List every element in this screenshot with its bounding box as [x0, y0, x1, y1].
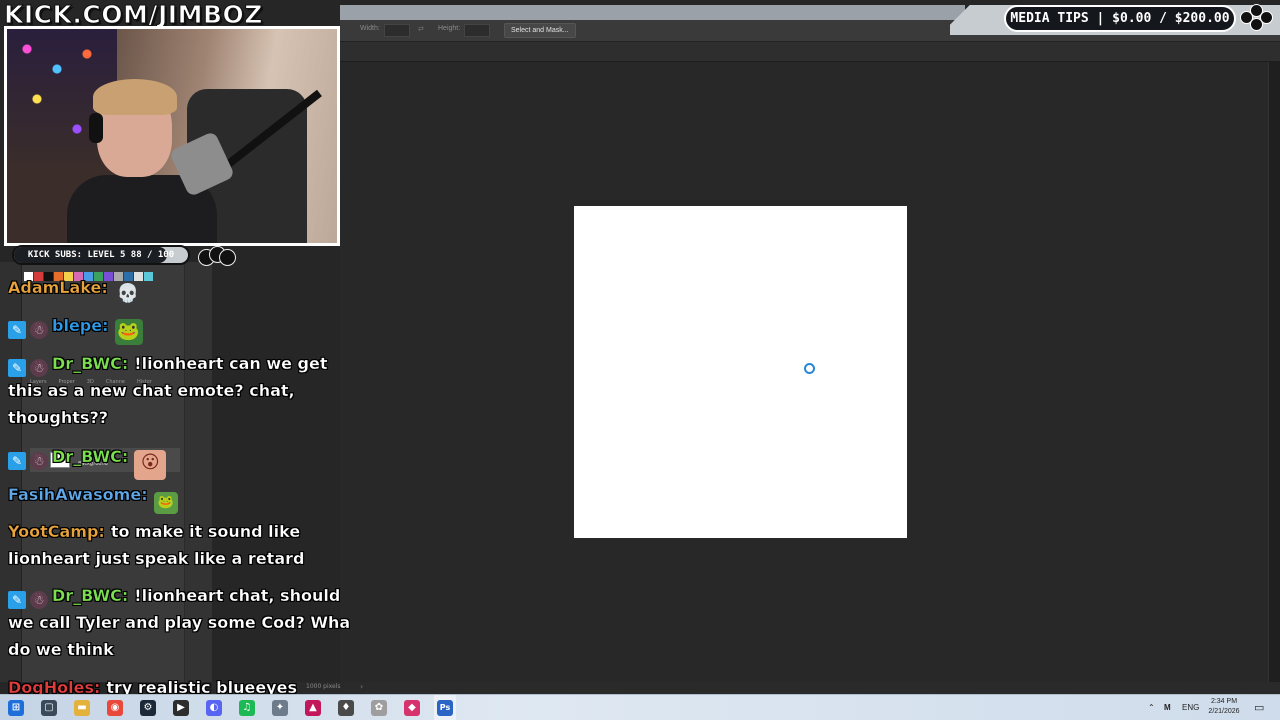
chat-text: lionheart just speak like a retard — [8, 549, 305, 568]
document-tab-bar — [340, 42, 1280, 62]
chat-username[interactable]: YootCamp: — [8, 522, 105, 541]
app-icon-9[interactable]: ♦ — [338, 700, 354, 716]
frog-emote: 🐸 — [114, 319, 143, 345]
taskbar-clock[interactable]: 2:34 PM 2/21/2026 — [1196, 697, 1252, 717]
status-bar: 1000 pixels › — [212, 682, 1280, 694]
clock-time: 2:34 PM — [1210, 698, 1238, 705]
width-field[interactable] — [384, 24, 410, 37]
chat-text: !lionheart chat, should — [134, 586, 341, 605]
kick-subs-goal: KICK SUBS: LEVEL 5 88 / 100 — [12, 245, 190, 265]
webcam-feed — [4, 26, 340, 246]
chat-text: this as a new chat emote? chat, — [8, 381, 295, 400]
chat-text: thoughts?? — [8, 408, 108, 427]
settings-app-icon[interactable]: ✦ — [272, 700, 288, 716]
streamer-hair — [93, 79, 177, 115]
app-icon-11[interactable]: ◆ — [404, 700, 420, 716]
chat-message: Dr_BWC: 😮 — [8, 443, 358, 480]
chat-message: Dr_BWC: !lionheart chat, should — [8, 582, 358, 609]
chat-message: this as a new chat emote? chat, — [8, 377, 358, 404]
chat-message: do we think — [8, 636, 358, 663]
chat-username[interactable]: FasihAwasome: — [8, 485, 148, 504]
app-icon-8[interactable]: ▲ — [305, 700, 321, 716]
screen: Width: ⇄ Height: Select and Mask... 1000… — [0, 0, 1280, 720]
chat-text: !lionheart can we get — [134, 354, 328, 373]
width-label: Width: — [360, 25, 380, 32]
windows-start-icon[interactable]: ⊞ — [8, 700, 24, 716]
chat-text: do we think — [8, 640, 114, 659]
tray-app-icon[interactable]: M — [1164, 695, 1171, 720]
vip-badge-icon — [8, 321, 26, 339]
terminal-icon[interactable]: ▶ — [173, 700, 189, 716]
chat-message: FasihAwasome: 🐸 — [8, 481, 358, 514]
bot-badge-icon — [30, 452, 48, 470]
chrome-icon[interactable]: ◉ — [107, 700, 123, 716]
notification-icon[interactable]: ▭ — [1254, 695, 1264, 720]
media-tips-goal: MEDIA TIPS | $0.00 / $200.00 — [1004, 5, 1236, 32]
vip-badge-icon — [8, 452, 26, 470]
app-icon-10[interactable]: ✿ — [371, 700, 387, 716]
chat-text: try realistic blueeyes — [106, 678, 297, 694]
chat-username[interactable]: DogHoles: — [8, 678, 101, 694]
headset-icon — [89, 113, 103, 143]
skull-emote: 💀 — [116, 283, 139, 304]
pepe-emote: 🐸 — [153, 492, 178, 514]
loading-cursor-icon — [804, 363, 815, 374]
task-view-icon[interactable]: ▢ — [41, 700, 57, 716]
file-explorer-icon[interactable]: ▬ — [74, 700, 90, 716]
steam-icon[interactable]: ⚙ — [140, 700, 156, 716]
chat-message: we call Tyler and play some Cod? Wha — [8, 609, 358, 636]
spotify-icon[interactable]: ♫ — [239, 700, 255, 716]
vip-badge-icon — [8, 359, 26, 377]
subs-logo-icon — [198, 246, 236, 268]
tray-chevron-icon[interactable]: ⌃ — [1148, 695, 1155, 720]
kick-subs-label: KICK SUBS: LEVEL 5 88 / 100 — [27, 250, 175, 260]
chat-username[interactable]: Dr_BWC: — [52, 586, 129, 605]
swap-icon[interactable]: ⇄ — [418, 25, 424, 33]
chat-username[interactable]: AdamLake: — [8, 278, 108, 297]
bot-badge-icon — [30, 591, 48, 609]
height-label: Height: — [438, 25, 461, 32]
chat-message: thoughts?? — [8, 404, 358, 431]
photoshop-icon[interactable]: Ps — [437, 700, 453, 716]
chat-username[interactable]: Dr_BWC: — [52, 447, 129, 466]
chat-message: blepe: 🐸 — [8, 312, 358, 345]
discord-icon[interactable]: ◐ — [206, 700, 222, 716]
overlay-top-bar — [340, 5, 965, 20]
bot-badge-icon — [30, 359, 48, 377]
chat-message: YootCamp: to make it sound like — [8, 518, 358, 545]
chat-text: we call Tyler and play some Cod? Wha — [8, 613, 351, 632]
chat-username[interactable]: Dr_BWC: — [52, 354, 129, 373]
chat-message: lionheart just speak like a retard — [8, 545, 358, 572]
height-field[interactable] — [464, 24, 490, 37]
chat-username[interactable]: blepe: — [52, 316, 109, 335]
clock-date: 2/21/2026 — [1208, 708, 1240, 715]
vip-badge-icon — [8, 591, 26, 609]
chat-message: DogHoles: try realistic blueeyes — [8, 674, 358, 694]
chat-message: AdamLake: 💀 — [8, 274, 358, 307]
chat-message: Dr_BWC: !lionheart can we get — [8, 350, 358, 377]
windows-taskbar: ⌃ M ENG 2:34 PM 2/21/2026 ▭ ⊞ ▢ ▬ ◉ ⚙ ▶ ◐ ♫ ✦ ▲ ♦ ✿… — [0, 694, 1280, 720]
face-emote: 😮 — [134, 450, 167, 480]
kick-logo-icon — [1240, 4, 1274, 32]
bot-badge-icon — [30, 321, 48, 339]
status-arrow-icon[interactable]: › — [360, 682, 363, 691]
vertical-scrollbar[interactable] — [1268, 62, 1280, 682]
chat-text: to make it sound like — [110, 522, 301, 541]
select-and-mask-button[interactable]: Select and Mask... — [504, 23, 576, 38]
chat-overlay: AdamLake: 💀 blepe: 🐸 Dr_BWC: !lionheart can w… — [8, 274, 358, 694]
document-canvas[interactable] — [574, 206, 907, 538]
